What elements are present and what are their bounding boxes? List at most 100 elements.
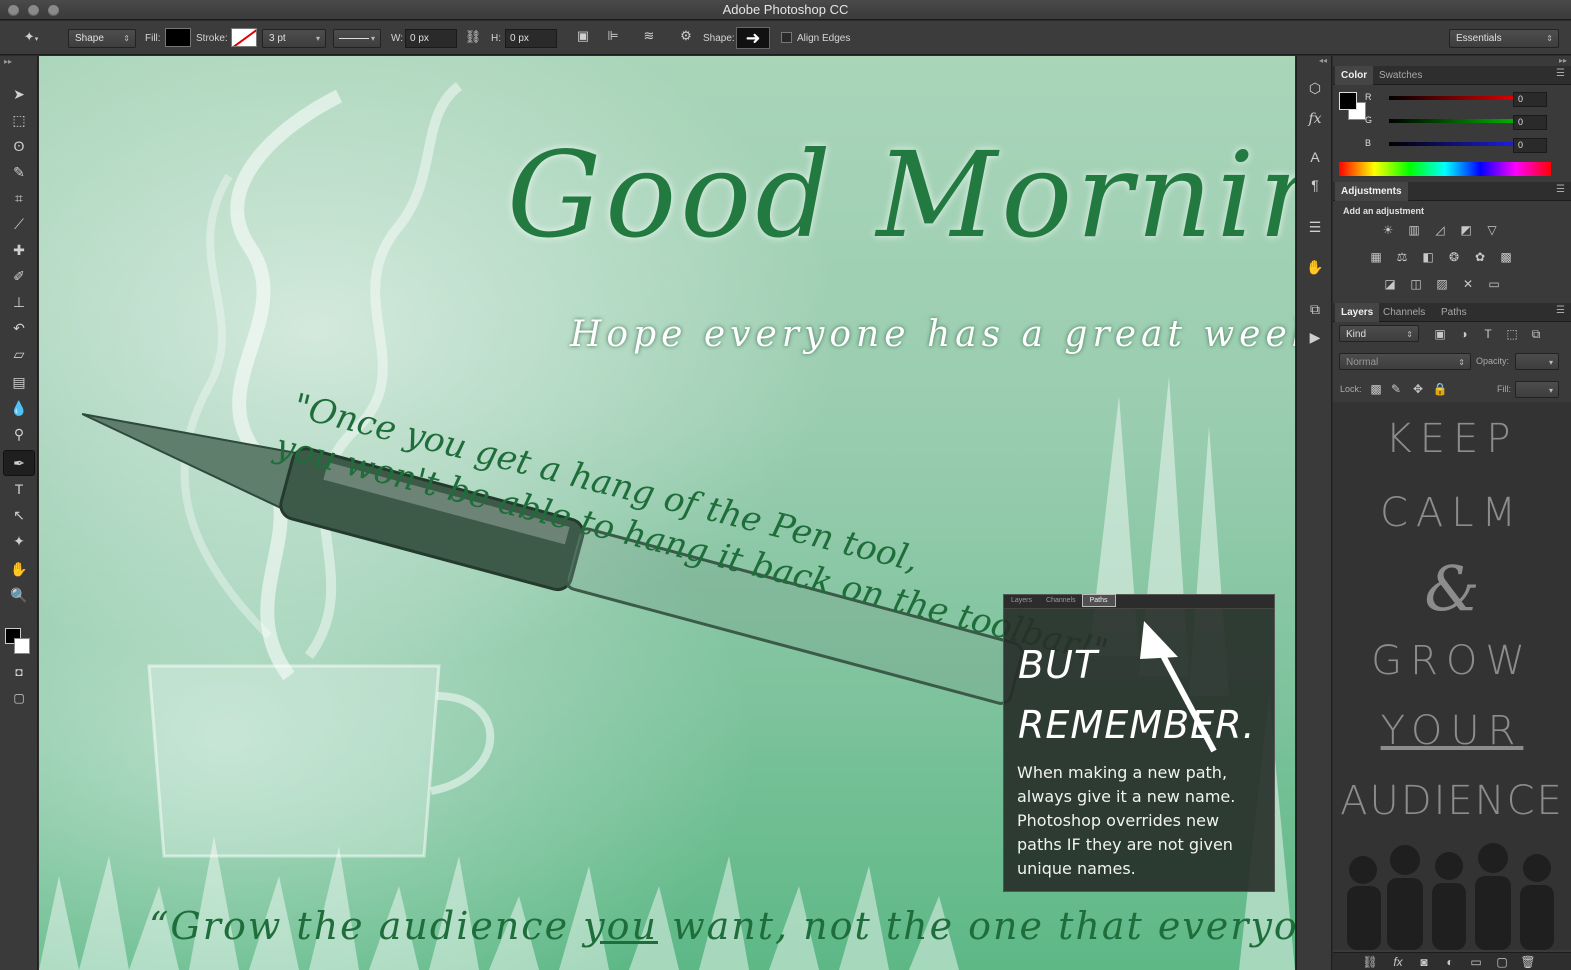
- pen-tool-icon[interactable]: ✒: [3, 450, 35, 476]
- crop-tool-icon[interactable]: ⌗: [4, 186, 34, 210]
- link-layers-icon[interactable]: ⛓: [1361, 955, 1379, 969]
- eraser-tool-icon[interactable]: ▱: [4, 342, 34, 366]
- tab-layers[interactable]: Layers: [1335, 303, 1380, 322]
- align-edges-checkbox[interactable]: [781, 32, 792, 43]
- minimize-window-button[interactable]: [28, 5, 39, 16]
- zoom-window-button[interactable]: [48, 5, 59, 16]
- filter-smart-object-icon[interactable]: ⧉: [1527, 327, 1545, 341]
- filter-type-icon[interactable]: T: [1479, 327, 1497, 341]
- tab-color[interactable]: Color: [1335, 66, 1374, 85]
- threshold-icon[interactable]: ▨: [1433, 277, 1451, 291]
- lock-transparency-icon[interactable]: ▩: [1367, 382, 1385, 396]
- hue-saturation-icon[interactable]: ▦: [1367, 250, 1385, 264]
- brush-presets-icon[interactable]: ✋: [1303, 256, 1327, 278]
- path-arrangement-icon[interactable]: ≋: [640, 28, 658, 44]
- filter-adjustment-icon[interactable]: ◑: [1455, 327, 1473, 341]
- workspace-switcher[interactable]: Essentials ⇕: [1449, 29, 1559, 48]
- actions-play-icon[interactable]: ▶: [1303, 326, 1327, 348]
- gradient-map-icon[interactable]: ▭: [1485, 277, 1503, 291]
- path-alignment-icon[interactable]: ⊫: [604, 28, 622, 44]
- opacity-field[interactable]: ▾: [1515, 353, 1559, 370]
- adjustments-panel-menu-icon[interactable]: ☰: [1556, 184, 1565, 195]
- path-operations-icon[interactable]: ▣: [574, 28, 592, 44]
- posterize-icon[interactable]: ◫: [1407, 277, 1425, 291]
- type-tool-icon[interactable]: T: [4, 477, 34, 501]
- fill-swatch[interactable]: [165, 28, 191, 47]
- shape-picker-arrow-icon[interactable]: ➜: [736, 27, 770, 49]
- close-window-button[interactable]: [8, 5, 19, 16]
- blue-slider[interactable]: [1389, 142, 1533, 146]
- gear-icon[interactable]: ⚙: [677, 28, 695, 44]
- lock-all-icon[interactable]: 🔒: [1431, 382, 1449, 396]
- layers-panel-menu-icon[interactable]: ☰: [1556, 305, 1565, 316]
- delete-layer-icon[interactable]: 🗑: [1519, 955, 1537, 969]
- expand-panels-icon[interactable]: ◂◂: [1319, 56, 1327, 65]
- filter-shape-icon[interactable]: ⬚: [1503, 327, 1521, 341]
- add-layer-style-icon[interactable]: fx: [1389, 955, 1407, 969]
- collapse-toolbar-icon[interactable]: ▸▸: [4, 57, 12, 66]
- hand-tool-icon[interactable]: ✋: [4, 557, 34, 581]
- tab-adjustments[interactable]: Adjustments: [1335, 182, 1408, 201]
- green-value[interactable]: 0: [1513, 115, 1547, 130]
- red-value[interactable]: 0: [1513, 92, 1547, 107]
- stroke-width-field[interactable]: 3 pt ▾: [262, 29, 326, 48]
- marquee-tool-icon[interactable]: ⬚: [4, 108, 34, 132]
- stroke-type-select[interactable]: ▾: [333, 29, 381, 48]
- eyedropper-tool-icon[interactable]: ⟋: [4, 212, 34, 236]
- screen-mode-icon[interactable]: ▢: [4, 686, 34, 710]
- quick-select-tool-icon[interactable]: ✎: [4, 160, 34, 184]
- color-spectrum-ramp[interactable]: [1339, 162, 1551, 176]
- red-slider[interactable]: [1389, 96, 1533, 100]
- green-slider[interactable]: [1389, 119, 1533, 123]
- blur-tool-icon[interactable]: 💧: [4, 396, 34, 420]
- black-white-icon[interactable]: ◧: [1419, 250, 1437, 264]
- custom-shape-tool-icon[interactable]: ✦: [4, 529, 34, 553]
- color-lookup-icon[interactable]: ▩: [1497, 250, 1515, 264]
- document-canvas[interactable]: Good Morning! Hope everyone has a great …: [39, 56, 1295, 970]
- tab-swatches[interactable]: Swatches: [1373, 66, 1428, 85]
- clone-stamp-tool-icon[interactable]: ⊥: [4, 290, 34, 314]
- tab-channels[interactable]: Channels: [1377, 303, 1431, 322]
- photo-filter-icon[interactable]: ❂: [1445, 250, 1463, 264]
- vibrance-icon[interactable]: ▽: [1483, 223, 1501, 237]
- lasso-tool-icon[interactable]: ʘ: [4, 134, 34, 158]
- new-adjustment-layer-icon[interactable]: ◐: [1441, 955, 1459, 969]
- move-tool-icon[interactable]: ➤: [4, 82, 34, 106]
- color-balance-icon[interactable]: ⚖: [1393, 250, 1411, 264]
- lock-position-icon[interactable]: ✥: [1409, 382, 1427, 396]
- zoom-tool-icon[interactable]: 🔍: [4, 583, 34, 607]
- new-layer-icon[interactable]: ▢: [1493, 955, 1511, 969]
- collapse-dock-icon[interactable]: ▸▸: [1559, 56, 1567, 65]
- tool-mode-select[interactable]: Shape ⇕: [68, 29, 136, 48]
- healing-brush-tool-icon[interactable]: ✚: [4, 238, 34, 262]
- color-panel-menu-icon[interactable]: ☰: [1556, 68, 1565, 79]
- history-brush-tool-icon[interactable]: ↶: [4, 316, 34, 340]
- invert-icon[interactable]: ◪: [1381, 277, 1399, 291]
- lock-pixels-icon[interactable]: ✎: [1387, 382, 1405, 396]
- link-icon[interactable]: ⛓: [464, 29, 482, 45]
- stroke-swatch[interactable]: [231, 28, 257, 47]
- add-mask-icon[interactable]: ◙: [1415, 955, 1433, 969]
- blend-mode-select[interactable]: Normal ⇕: [1339, 353, 1471, 370]
- layers-list-area[interactable]: KEEP CALM & GROW YOUR AUDIENCE: [1333, 402, 1571, 950]
- blue-value[interactable]: 0: [1513, 138, 1547, 153]
- history-icon[interactable]: ⧉: [1303, 298, 1327, 320]
- curves-icon[interactable]: ◿: [1431, 223, 1449, 237]
- brightness-contrast-icon[interactable]: ☀: [1379, 223, 1397, 237]
- selective-color-icon[interactable]: ✕: [1459, 277, 1477, 291]
- tab-paths[interactable]: Paths: [1435, 303, 1473, 322]
- dodge-tool-icon[interactable]: ⚲: [4, 422, 34, 446]
- layer-filter-select[interactable]: Kind ⇕: [1339, 325, 1419, 342]
- properties-icon[interactable]: ☰: [1303, 216, 1327, 238]
- 3d-icon[interactable]: ⬡: [1303, 77, 1327, 99]
- channel-mixer-icon[interactable]: ✿: [1471, 250, 1489, 264]
- levels-icon[interactable]: ▥: [1405, 223, 1423, 237]
- brush-tool-icon[interactable]: ✐: [4, 264, 34, 288]
- exposure-icon[interactable]: ◩: [1457, 223, 1475, 237]
- tool-preset-picker[interactable]: ✦▾: [18, 29, 44, 47]
- quick-mask-icon[interactable]: ◘: [4, 660, 34, 684]
- fx-styles-icon[interactable]: fx: [1303, 108, 1327, 130]
- filter-pixel-icon[interactable]: ▣: [1431, 327, 1449, 341]
- fill-opacity-field[interactable]: ▾: [1515, 381, 1559, 398]
- paragraph-icon[interactable]: ¶: [1303, 174, 1327, 196]
